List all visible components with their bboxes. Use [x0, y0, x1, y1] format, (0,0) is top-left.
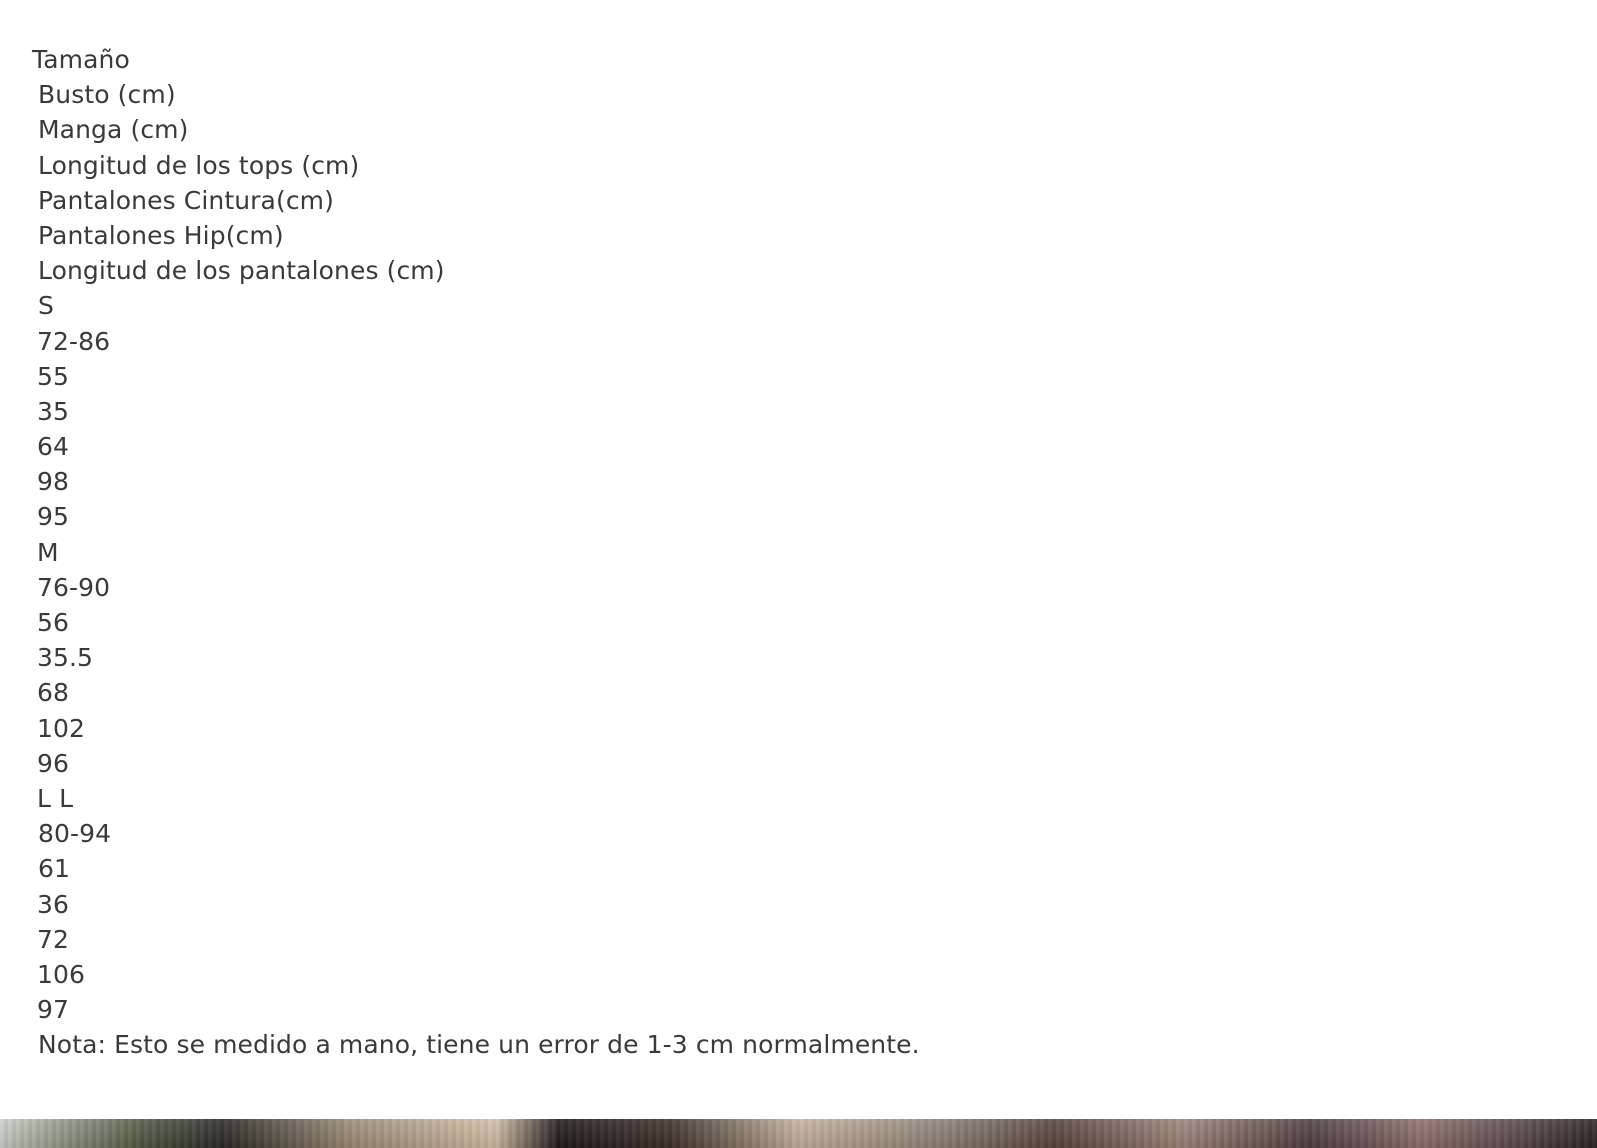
size-l-pants-hip-value: 106 — [37, 959, 86, 989]
size-s-top-length-value: 35 — [37, 396, 70, 426]
size-m-sleeve-value: 56 — [37, 608, 70, 637]
measurement-note: Nota: Esto se medido a mano, tiene un er… — [38, 1030, 920, 1060]
size-l-top-length-value: 36 — [37, 889, 70, 919]
size-m-top-length-value: 35.5 — [37, 643, 94, 673]
size-chart-title: Tamaño — [32, 45, 130, 74]
size-s-bust-value: 72-86 — [37, 326, 111, 356]
column-bust: Busto (cm) — [38, 80, 176, 110]
size-m-pants-length-value: 96 — [37, 748, 70, 778]
size-m-pants-waist-value: 68 — [37, 678, 70, 708]
size-s-pants-length-value: 95 — [37, 502, 70, 532]
size-s-sleeve-value: 55 — [37, 361, 70, 391]
size-l-sleeve-value: 61 — [38, 854, 71, 884]
size-l-pants-waist-value: 72 — [37, 924, 70, 954]
size-l-bust-value: 80-94 — [38, 819, 112, 849]
column-pants-length: Longitud de los pantalones (cm) — [38, 256, 445, 286]
column-pants-hip: Pantalones Hip(cm) — [38, 220, 284, 250]
product-photo-strip — [0, 1119, 1597, 1148]
size-row-label-s: S — [38, 291, 54, 321]
size-m-bust-value: 76-90 — [37, 572, 111, 602]
size-s-pants-hip-value: 98 — [37, 467, 70, 497]
size-row-label-l: L L — [37, 783, 74, 813]
column-sleeve: Manga (cm) — [38, 115, 189, 145]
size-m-pants-hip-value: 102 — [37, 713, 86, 743]
column-pants-waist: Pantalones Cintura(cm) — [38, 185, 334, 215]
size-s-pants-waist-value: 64 — [37, 432, 70, 462]
size-row-label-m: M — [37, 537, 59, 567]
size-chart: Tamaño Busto (cm) Manga (cm) Longitud de… — [0, 42, 1597, 1062]
size-l-pants-length-value: 97 — [37, 995, 70, 1025]
column-top-length: Longitud de los tops (cm) — [38, 150, 360, 180]
